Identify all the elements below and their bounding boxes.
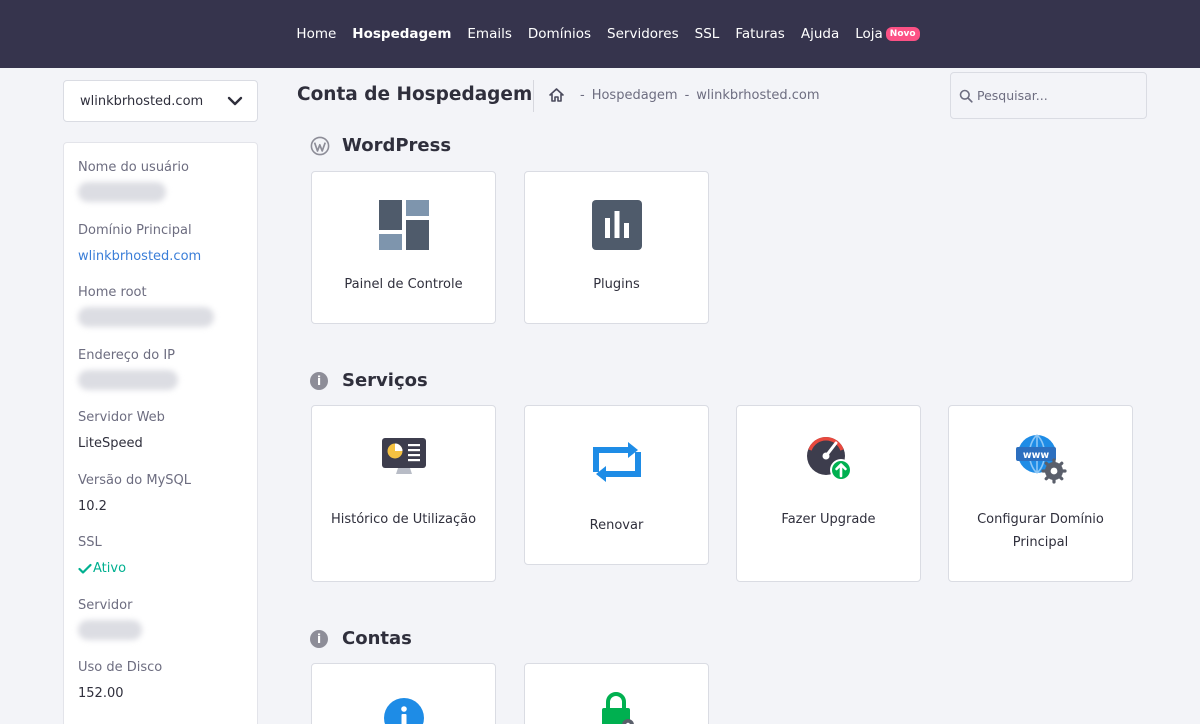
nav-item-loja-label: Loja — [855, 26, 883, 42]
tile-configurar-dominio-principal[interactable]: www Configurar Domínio Principal — [948, 405, 1133, 582]
info-row-web-server: Servidor Web LiteSpeed — [78, 409, 243, 472]
check-icon — [78, 563, 92, 574]
nav-item-dominios[interactable]: Domínios — [528, 26, 591, 42]
nav-item-loja[interactable]: Loja Novo — [855, 26, 920, 42]
ssl-status: Ativo — [78, 560, 243, 578]
svg-text:www: www — [1022, 450, 1049, 461]
blurred-ip — [78, 369, 178, 390]
info-row-username: Nome do usuário — [78, 159, 243, 222]
tile-label: Painel de Controle — [344, 277, 463, 292]
main-domain-link[interactable]: wlinkbrhosted.com — [78, 248, 243, 266]
section-title-contas-label: Contas — [342, 628, 412, 649]
blurred-home-root — [78, 307, 214, 327]
top-navigation: Home Hospedagem Emails Domínios Servidor… — [0, 0, 1200, 68]
search-box — [950, 72, 1147, 119]
section-title-servicos: i Serviços — [310, 370, 428, 391]
mysql-value: 10.2 — [78, 498, 107, 514]
tile-label: Histórico de Utilização — [330, 512, 477, 527]
info-row-server: Servidor — [78, 597, 243, 660]
nav-item-ssl[interactable]: SSL — [695, 26, 720, 42]
info-row-disk: Uso de Disco 152.00 — [78, 659, 243, 722]
tile-label: Fazer Upgrade — [781, 512, 876, 527]
tile-label: Renovar — [589, 518, 644, 533]
info-label-main-domain: Domínio Principal — [78, 222, 192, 238]
nav-item-home[interactable]: Home — [296, 26, 336, 42]
info-row-ip: Endereço do IP — [78, 347, 243, 410]
info-icon: i — [310, 629, 328, 648]
info-label-ip: Endereço do IP — [78, 347, 176, 363]
info-label-disk: Uso de Disco — [78, 660, 163, 675]
tile-renovar[interactable]: Renovar — [524, 405, 709, 565]
breadcrumb-domain: wlinkbrhosted.com — [696, 87, 820, 103]
page-title: Conta de Hospedagem — [297, 84, 533, 105]
nav-item-emails[interactable]: Emails — [467, 26, 512, 42]
info-row-ssl: SSL Ativo — [78, 534, 243, 597]
chevron-down-icon — [227, 96, 243, 106]
info-icon: i — [310, 371, 328, 390]
section-title-wordpress: WordPress — [310, 135, 451, 156]
section-title-contas: i Contas — [310, 628, 412, 649]
web-server-value: LiteSpeed — [78, 436, 143, 451]
info-row-mysql: Versão do MySQL 10.2 — [78, 472, 243, 535]
info-label-mysql: Versão do MySQL — [78, 472, 192, 488]
breadcrumb: - Hospedagem - wlinkbrhosted.com — [548, 87, 820, 103]
tile-label: Configurar Domínio Principal — [977, 512, 1104, 550]
tile-historico-de-utilizacao[interactable]: Histórico de Utilização — [311, 405, 496, 582]
search-icon — [959, 89, 973, 103]
title-divider — [533, 80, 534, 112]
info-label-home-root: Home root — [78, 285, 147, 300]
tile-fazer-upgrade[interactable]: Fazer Upgrade — [736, 405, 921, 582]
domain-select[interactable]: wlinkbrhosted.com — [63, 80, 258, 122]
domain-select-value: wlinkbrhosted.com — [80, 93, 204, 109]
info-label-username: Nome do usuário — [78, 160, 189, 175]
lock-settings-icon — [601, 692, 634, 724]
usage-history-icon — [381, 438, 426, 474]
home-icon[interactable] — [548, 87, 565, 103]
tile-account-details[interactable] — [311, 663, 496, 724]
info-label-server: Servidor — [78, 597, 133, 613]
breadcrumb-separator: - — [684, 87, 690, 103]
disk-usage-value: 152.00 — [78, 686, 124, 701]
tile-label: Plugins — [593, 277, 640, 292]
upgrade-icon — [806, 437, 852, 481]
domain-settings-icon: www — [1015, 434, 1067, 484]
tile-plugins[interactable]: Plugins — [524, 171, 709, 324]
section-title-wordpress-label: WordPress — [342, 135, 452, 156]
blurred-server — [78, 619, 142, 640]
ssl-status-label: Ativo — [93, 561, 127, 576]
tile-painel-de-controle[interactable]: Painel de Controle — [311, 171, 496, 324]
renew-icon — [592, 442, 641, 482]
nav-item-faturas[interactable]: Faturas — [735, 26, 785, 42]
nav-item-servidores[interactable]: Servidores — [607, 26, 679, 42]
section-title-servicos-label: Serviços — [342, 370, 428, 391]
nav-item-hospedagem[interactable]: Hospedagem — [352, 26, 451, 42]
wordpress-icon — [310, 136, 330, 155]
info-label-ssl: SSL — [78, 535, 102, 550]
plugins-icon — [591, 200, 642, 250]
info-row-home-root: Home root — [78, 284, 243, 347]
info-row-main-domain: Domínio Principal wlinkbrhosted.com — [78, 222, 243, 285]
info-label-web-server: Servidor Web — [78, 410, 165, 425]
nav-item-ajuda[interactable]: Ajuda — [801, 26, 839, 42]
search-input[interactable] — [977, 88, 1137, 103]
blurred-username — [78, 182, 166, 202]
tile-account-password[interactable] — [524, 663, 709, 724]
breadcrumb-separator: - — [580, 87, 585, 103]
info-circle-icon — [383, 698, 424, 724]
dashboard-icon — [378, 200, 429, 250]
account-info-card: Nome do usuário Domínio Principal wlinkb… — [63, 142, 258, 724]
breadcrumb-hospedagem[interactable]: Hospedagem — [592, 88, 678, 103]
new-badge: Novo — [885, 27, 920, 41]
